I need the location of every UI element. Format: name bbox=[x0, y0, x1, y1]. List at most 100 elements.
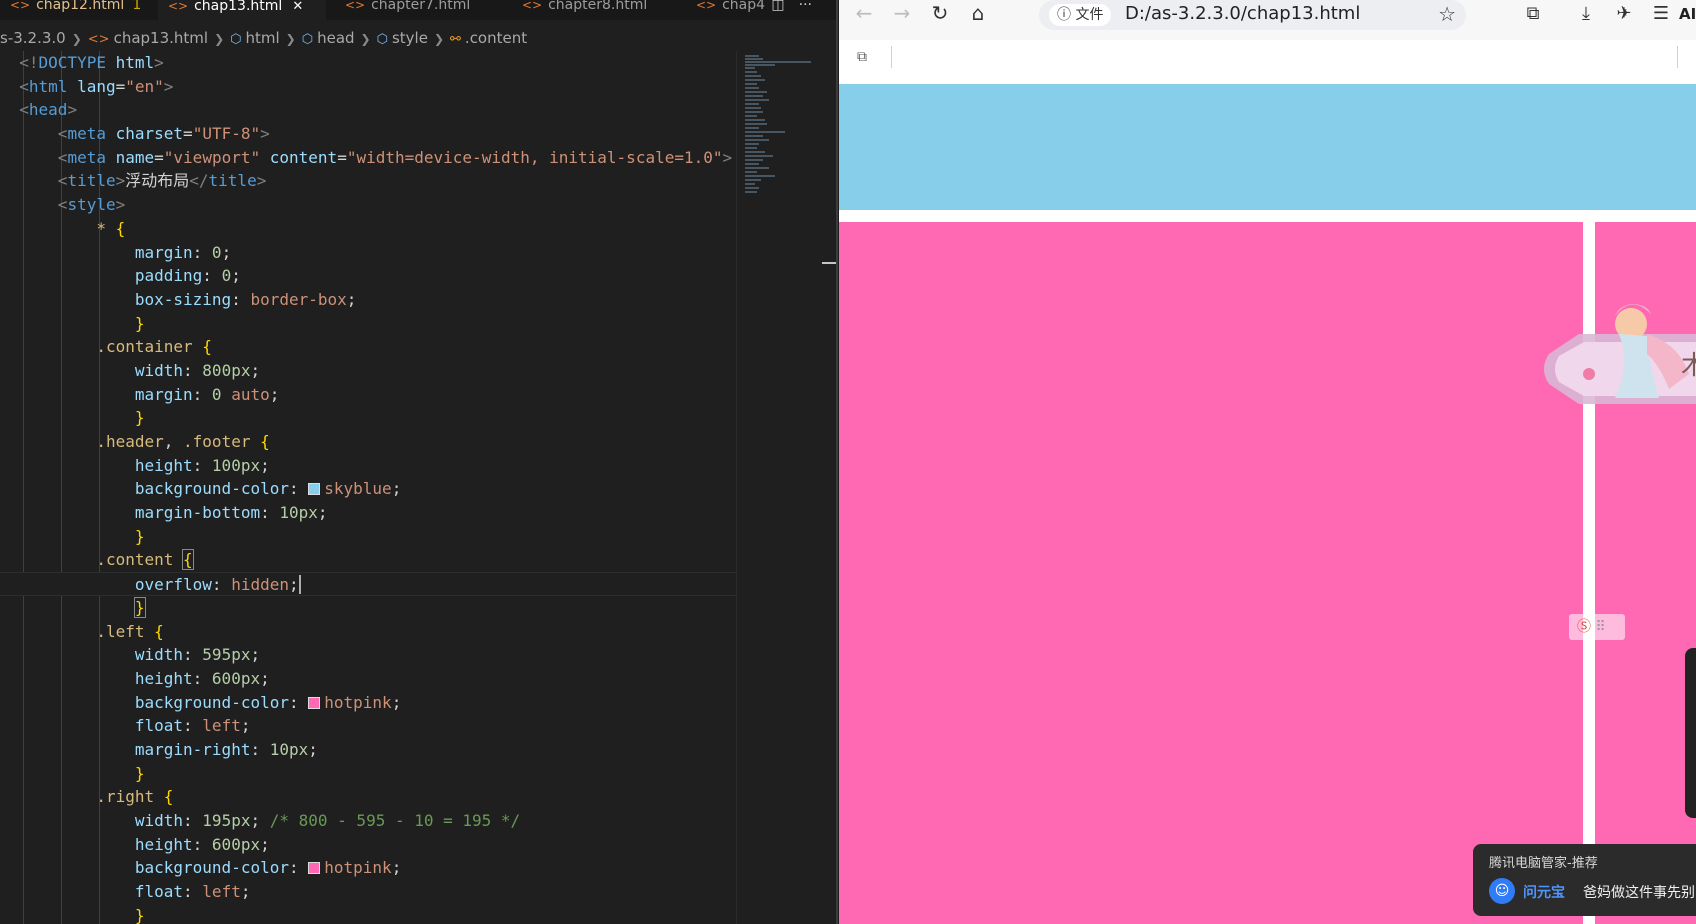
url-text[interactable]: D:/as-3.2.3.0/chap13.html bbox=[1125, 0, 1360, 28]
code-line: width: 195px; /* 800 - 595 - 10 = 195 */ bbox=[134, 811, 521, 830]
page-left-column bbox=[839, 222, 1583, 924]
selector-icon: ⚯ bbox=[450, 32, 461, 47]
chevron-right-icon: ❯ bbox=[71, 32, 82, 46]
code-line: } bbox=[134, 313, 145, 333]
cube-icon: ⬡ bbox=[301, 32, 314, 47]
code-line: background-color: hotpink; bbox=[134, 858, 402, 878]
html-file-icon: <> bbox=[696, 0, 717, 12]
code-line: box-sizing: border-box; bbox=[134, 289, 357, 309]
tab-chap13[interactable]: <> chap13.html ✕ bbox=[158, 0, 326, 20]
code-line: .left { bbox=[96, 621, 164, 641]
address-bar[interactable]: ⓘ 文件 D:/as-3.2.3.0/chap13.html ☆ bbox=[1039, 0, 1466, 30]
breadcrumb-html[interactable]: html bbox=[246, 29, 280, 47]
code-line: margin-bottom: 10px; bbox=[134, 503, 328, 523]
color-swatch-hotpink[interactable] bbox=[308, 862, 321, 875]
page-header-block bbox=[839, 84, 1696, 210]
tab-actions: ◫ ··· bbox=[757, 0, 812, 20]
unsaved-badge: 1 bbox=[132, 0, 142, 13]
home-icon[interactable]: ⌂ bbox=[963, 0, 993, 28]
code-line: <meta name="viewport" content="width=dev… bbox=[57, 147, 733, 167]
browser-window: ← → ↻ ⌂ ⓘ 文件 D:/as-3.2.3.0/chap13.html ☆… bbox=[839, 0, 1696, 924]
sogou-s-icon: Ⓢ bbox=[1577, 619, 1591, 635]
browser-toolbar: ← → ↻ ⌂ ⓘ 文件 D:/as-3.2.3.0/chap13.html ☆… bbox=[839, 0, 1696, 30]
site-info-chip[interactable]: ⓘ 文件 bbox=[1049, 4, 1112, 26]
code-editor: <> chap12.html 1 <> chap13.html ✕ <> chapter7… bbox=[0, 0, 838, 924]
code-line: <meta charset="UTF-8"> bbox=[57, 124, 270, 144]
code-line: <title>浮动布局</title> bbox=[57, 171, 267, 191]
html-file-icon: <> bbox=[10, 0, 31, 12]
code-line: <html lang="en"> bbox=[0, 76, 174, 96]
color-swatch-hotpink[interactable] bbox=[308, 696, 321, 709]
more-actions-icon[interactable]: ··· bbox=[799, 0, 812, 13]
tab-chap12[interactable]: <> chap12.html 1 bbox=[0, 0, 151, 20]
code-line: background-color: skyblue; bbox=[134, 479, 402, 499]
minimap[interactable] bbox=[736, 51, 820, 924]
code-line: } bbox=[134, 763, 145, 783]
info-icon: ⓘ bbox=[1057, 7, 1071, 23]
page-viewport: 木 Ⓢ ⠿ bbox=[839, 74, 1696, 924]
download-icon[interactable]: ⤓ bbox=[1572, 0, 1600, 28]
reading-list-icon[interactable]: ☰ bbox=[1647, 0, 1675, 28]
code-line: .content { bbox=[96, 549, 194, 571]
color-swatch-skyblue[interactable] bbox=[308, 483, 321, 496]
forward-arrow-icon[interactable]: → bbox=[887, 0, 917, 28]
breadcrumb-file[interactable]: chap13.html bbox=[114, 29, 209, 47]
breadcrumb-folder[interactable]: s-3.2.3.0 bbox=[0, 29, 66, 47]
code-line: float: left; bbox=[134, 716, 251, 736]
code-line: .container { bbox=[96, 337, 212, 357]
side-panel-widget[interactable] bbox=[1685, 648, 1696, 818]
close-icon[interactable]: ✕ bbox=[292, 0, 303, 14]
window-divider[interactable] bbox=[836, 0, 838, 924]
scrollbar-cursor-marker bbox=[822, 262, 836, 264]
chat-bot-icon: ☺ bbox=[1489, 878, 1515, 904]
html-file-icon: <> bbox=[522, 0, 543, 12]
code-line: height: 600px; bbox=[134, 834, 270, 854]
back-arrow-icon[interactable]: ← bbox=[849, 0, 879, 28]
svg-text:木: 木 bbox=[1681, 351, 1696, 381]
floating-mascot-widget[interactable]: 木 bbox=[1519, 294, 1696, 434]
html-file-icon: <> bbox=[168, 0, 189, 13]
code-line: height: 100px; bbox=[134, 455, 270, 475]
code-line: <style> bbox=[57, 195, 126, 215]
cube-icon: ⬡ bbox=[230, 32, 242, 47]
code-line: } bbox=[133, 596, 146, 618]
code-line: .right { bbox=[96, 787, 174, 807]
code-line: height: 600px; bbox=[134, 668, 270, 688]
code-area[interactable]: <!DOCTYPE html> <html lang="en"> <head> … bbox=[0, 51, 736, 924]
code-line: margin: 0; bbox=[134, 242, 232, 262]
code-line: width: 800px; bbox=[134, 360, 261, 380]
notification-toast[interactable]: 腾讯电脑管家-推荐 ☺ 问元宝 爸妈做这件事先别 bbox=[1473, 844, 1696, 916]
code-line: } bbox=[134, 526, 145, 546]
toast-title: 腾讯电脑管家-推荐 bbox=[1489, 856, 1598, 871]
code-line: background-color: hotpink; bbox=[134, 692, 402, 712]
dots-icon: ⠿ bbox=[1595, 619, 1606, 635]
ai-button[interactable]: AI bbox=[1679, 0, 1696, 28]
editor-tab-bar: <> chap12.html 1 <> chap13.html ✕ <> chapter7… bbox=[0, 0, 838, 20]
reload-icon[interactable]: ↻ bbox=[925, 0, 955, 28]
text-cursor bbox=[298, 575, 301, 595]
code-line: <head> bbox=[0, 100, 78, 120]
breadcrumb-style[interactable]: style bbox=[392, 29, 428, 47]
chevron-right-icon: ❯ bbox=[433, 32, 445, 46]
code-line: padding: 0; bbox=[134, 266, 241, 286]
breadcrumb-head[interactable]: head bbox=[317, 29, 354, 47]
tab-chapter8[interactable]: <> chapter8.html bbox=[512, 0, 657, 20]
toast-bot-name[interactable]: 问元宝 bbox=[1523, 882, 1565, 902]
split-editor-icon[interactable]: ◫ bbox=[771, 0, 784, 13]
tab-actions-icon[interactable]: ⧉ bbox=[857, 49, 867, 65]
code-line: width: 595px; bbox=[134, 645, 261, 665]
divider bbox=[891, 46, 892, 68]
breadcrumb-content[interactable]: .content bbox=[465, 29, 527, 47]
code-line: } bbox=[134, 408, 145, 428]
divider bbox=[1677, 46, 1678, 68]
html-file-icon: <> bbox=[345, 0, 366, 12]
floating-toolbar[interactable]: Ⓢ ⠿ bbox=[1569, 614, 1625, 640]
editor-scrollbar[interactable] bbox=[820, 51, 836, 924]
tab-chapter7[interactable]: <> chapter7.html bbox=[335, 0, 480, 20]
extensions-icon[interactable]: ⧉ bbox=[1519, 0, 1547, 28]
code-line-current: overflow: hidden; bbox=[0, 572, 736, 596]
cube-icon: ⬡ bbox=[376, 32, 388, 47]
bookmark-star-icon[interactable]: ☆ bbox=[1438, 0, 1456, 28]
send-icon[interactable]: ✈ bbox=[1610, 0, 1638, 28]
toast-message[interactable]: 爸妈做这件事先别 bbox=[1583, 882, 1695, 902]
